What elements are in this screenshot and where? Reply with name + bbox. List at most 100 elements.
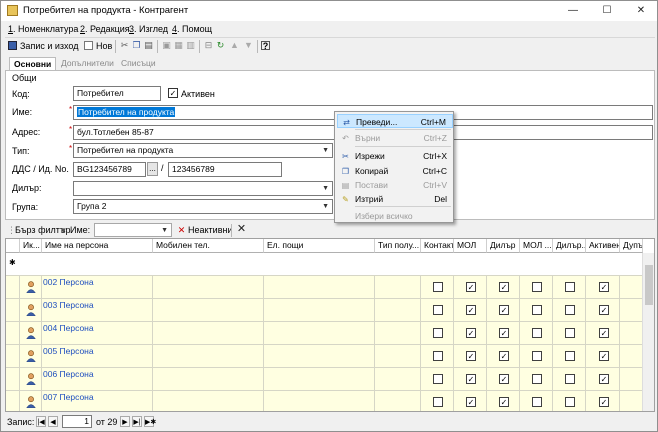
active-checkbox[interactable]: ✓ — [599, 374, 609, 384]
context-menu-item[interactable]: ↶ Върни Ctrl+Z — [337, 131, 453, 145]
prev-record-button[interactable]: ◀ — [48, 416, 58, 427]
scrollbar-thumb[interactable] — [645, 265, 653, 305]
new-record-nav-button[interactable]: ▶✱ — [144, 416, 156, 427]
code-field[interactable]: Потребител — [73, 86, 161, 101]
mol-checkbox[interactable]: ✓ — [466, 282, 476, 292]
contact-checkbox[interactable] — [433, 305, 443, 315]
mol2-checkbox[interactable] — [532, 305, 542, 315]
first-record-button[interactable]: |◀ — [36, 416, 46, 427]
last-record-button[interactable]: ▶| — [132, 416, 142, 427]
person-name[interactable]: 005 Персона — [43, 346, 94, 356]
column-header[interactable]: Дилър... — [553, 239, 586, 253]
new-button[interactable]: Нов — [96, 40, 112, 53]
minimize-button[interactable]: — — [561, 3, 585, 18]
current-record-field[interactable]: 1 — [62, 415, 92, 428]
column-header[interactable]: Контакт — [421, 239, 454, 253]
dealer2-checkbox[interactable] — [565, 282, 575, 292]
active-checkbox[interactable]: ✓ — [599, 397, 609, 407]
save-exit-button[interactable]: Запис и изход — [20, 40, 78, 53]
active-checkbox[interactable]: ✓ — [599, 351, 609, 361]
column-header[interactable]: Тип полу... — [375, 239, 421, 253]
active-checkbox[interactable]: ✓ — [168, 88, 178, 98]
menu-nomenclature[interactable]: 1. Номенклатура — [8, 24, 78, 34]
mol2-checkbox[interactable] — [532, 328, 542, 338]
dealer2-checkbox[interactable] — [565, 374, 575, 384]
refresh-icon[interactable]: ↻ — [216, 41, 225, 50]
column-header[interactable]: Дупъ — [620, 239, 643, 253]
vat-lookup-button[interactable]: ... — [147, 162, 158, 176]
mol2-checkbox[interactable] — [532, 397, 542, 407]
cut-icon[interactable]: ✂ — [120, 41, 129, 50]
context-menu-item[interactable]: ✂ Изрежи Ctrl+X — [337, 149, 453, 163]
dealer-checkbox[interactable]: ✓ — [499, 305, 509, 315]
active-checkbox[interactable]: ✓ — [599, 305, 609, 315]
person-name[interactable]: 003 Персона — [43, 300, 94, 310]
table-row[interactable]: 005 Персона ✓ ✓ ✓ — [6, 345, 643, 368]
menu-help[interactable]: 4. Помощ — [172, 24, 212, 34]
dealer-select[interactable]: ▼ — [73, 181, 333, 196]
arrow-down-icon[interactable]: ▼ — [244, 41, 253, 50]
contact-checkbox[interactable] — [433, 351, 443, 361]
column-header[interactable]: Активен — [586, 239, 620, 253]
context-menu-item[interactable]: ❐ Копирай Ctrl+C — [337, 164, 453, 178]
inactive-button[interactable]: Неактивни — [188, 224, 232, 237]
grid-vertical-scrollbar[interactable] — [642, 253, 654, 411]
dealer-checkbox[interactable]: ✓ — [499, 397, 509, 407]
person-name[interactable]: 007 Персона — [43, 392, 94, 402]
type-select[interactable]: Потребител на продукта ▼ — [73, 143, 333, 158]
mol-checkbox[interactable]: ✓ — [466, 351, 476, 361]
delete-icon[interactable]: ⊟ — [204, 41, 213, 50]
mol-checkbox[interactable]: ✓ — [466, 328, 476, 338]
active-checkbox[interactable]: ✓ — [599, 328, 609, 338]
mol-checkbox[interactable]: ✓ — [466, 305, 476, 315]
menu-edit[interactable]: 2. Редакция — [80, 24, 130, 34]
contact-checkbox[interactable] — [433, 282, 443, 292]
preview-icon[interactable]: ▦ — [174, 41, 183, 50]
column-header[interactable]: Ел. пощи — [264, 239, 375, 253]
table-row[interactable]: 006 Персона ✓ ✓ ✓ — [6, 368, 643, 391]
export-icon[interactable]: ▥ — [186, 41, 195, 50]
filter-input[interactable]: ▼ — [94, 223, 172, 237]
column-header[interactable]: Име на персона — [42, 239, 153, 253]
vat-field[interactable]: BG123456789 — [73, 162, 146, 177]
new-record-row[interactable]: ✱ — [6, 253, 643, 276]
menu-view[interactable]: 3. Изглед — [129, 24, 168, 34]
mol2-checkbox[interactable] — [532, 282, 542, 292]
table-row[interactable]: 004 Персона ✓ ✓ ✓ — [6, 322, 643, 345]
dealer-checkbox[interactable]: ✓ — [499, 374, 509, 384]
contact-checkbox[interactable] — [433, 374, 443, 384]
context-menu-item[interactable]: ▤ Постави Ctrl+V — [337, 178, 453, 192]
table-row[interactable]: 002 Персона ✓ ✓ ✓ — [6, 276, 643, 299]
column-header[interactable]: Ик... — [20, 239, 42, 253]
dealer-checkbox[interactable]: ✓ — [499, 282, 509, 292]
person-name[interactable]: 002 Персона — [43, 277, 94, 287]
arrow-up-icon[interactable]: ▲ — [230, 41, 239, 50]
help-icon[interactable]: ? — [261, 41, 270, 51]
table-row[interactable]: 007 Персона ✓ ✓ ✓ — [6, 391, 643, 411]
dealer2-checkbox[interactable] — [565, 328, 575, 338]
next-record-button[interactable]: ▶ — [120, 416, 130, 427]
close-button[interactable]: ✕ — [629, 3, 653, 18]
mol2-checkbox[interactable] — [532, 374, 542, 384]
copy-icon[interactable]: ❐ — [132, 41, 141, 50]
mol-checkbox[interactable]: ✓ — [466, 374, 476, 384]
person-name[interactable]: 004 Персона — [43, 323, 94, 333]
print-icon[interactable]: ▣ — [162, 41, 171, 50]
dealer-checkbox[interactable]: ✓ — [499, 351, 509, 361]
tab-lists[interactable]: Списъци — [117, 57, 160, 70]
column-header[interactable]: Дилър — [487, 239, 520, 253]
column-header[interactable]: МОЛ ... — [520, 239, 553, 253]
group-select[interactable]: Група 2 ▼ — [73, 199, 333, 214]
dealer2-checkbox[interactable] — [565, 351, 575, 361]
column-header[interactable]: Мобилен тел. — [153, 239, 264, 253]
id-number-field[interactable]: 123456789 — [168, 162, 282, 177]
dealer-checkbox[interactable]: ✓ — [499, 328, 509, 338]
maximize-button[interactable]: ☐ — [595, 3, 619, 18]
tab-main[interactable]: Основни — [9, 57, 57, 70]
mol2-checkbox[interactable] — [532, 351, 542, 361]
context-menu-item[interactable]: ✎ Изтрий Del — [337, 192, 453, 206]
table-row[interactable]: 003 Персона ✓ ✓ ✓ — [6, 299, 643, 322]
context-menu-item[interactable]: ⇄ Преведи... Ctrl+M — [337, 114, 453, 128]
person-name[interactable]: 006 Персона — [43, 369, 94, 379]
filter-dropdown-icon[interactable]: ▾ — [59, 226, 68, 235]
